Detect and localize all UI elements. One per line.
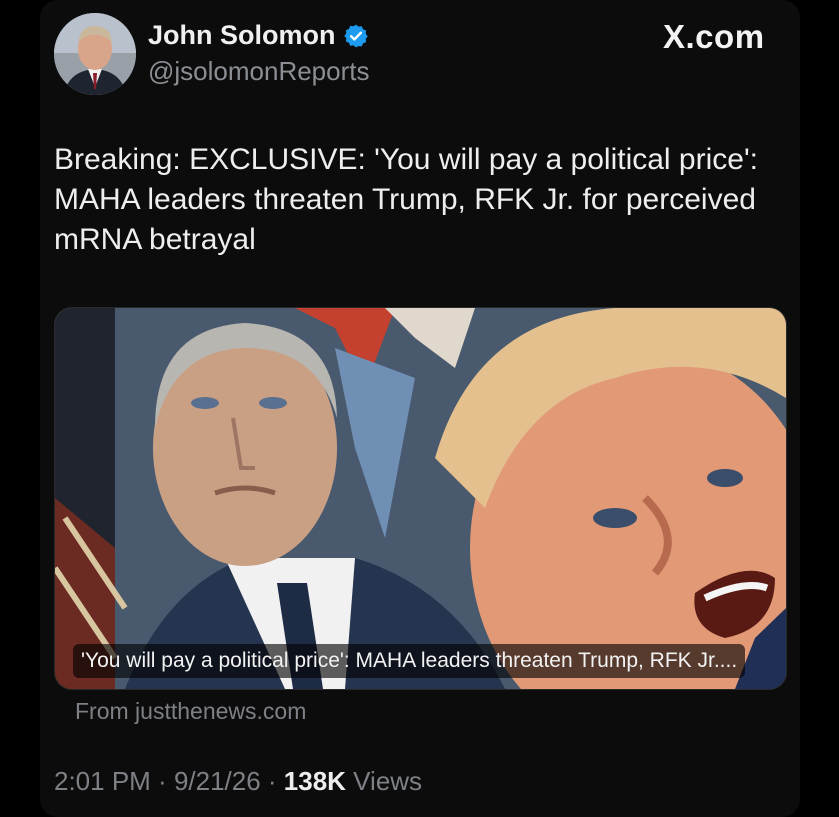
tweet-text: Breaking: EXCLUSIVE: 'You will pay a pol… bbox=[54, 143, 759, 256]
verified-badge-icon bbox=[344, 24, 369, 47]
link-source[interactable]: From justthenews.com bbox=[75, 698, 306, 725]
meta-separator: · bbox=[150, 766, 174, 796]
meta-separator: · bbox=[260, 766, 284, 796]
brand-logo: X.com bbox=[663, 18, 765, 55]
news-photo bbox=[55, 308, 786, 689]
views-label: Views bbox=[345, 766, 423, 796]
author-name[interactable]: John Solomon bbox=[148, 20, 335, 51]
views-count: 138K bbox=[283, 766, 346, 796]
post-date[interactable]: 9/21/26 bbox=[174, 766, 261, 796]
link-card-media[interactable]: 'You will pay a political price': MAHA l… bbox=[54, 307, 787, 690]
avatar-image bbox=[54, 13, 136, 95]
post-time[interactable]: 2:01 PM bbox=[54, 766, 151, 796]
link-card-caption: 'You will pay a political price': MAHA l… bbox=[73, 644, 746, 678]
tweet-meta: 2:01 PM · 9/21/26 · 138K Views bbox=[54, 766, 422, 797]
author-handle[interactable]: @jsolomonReports bbox=[148, 56, 369, 87]
avatar[interactable] bbox=[54, 13, 136, 95]
author-row: John Solomon bbox=[148, 20, 369, 51]
